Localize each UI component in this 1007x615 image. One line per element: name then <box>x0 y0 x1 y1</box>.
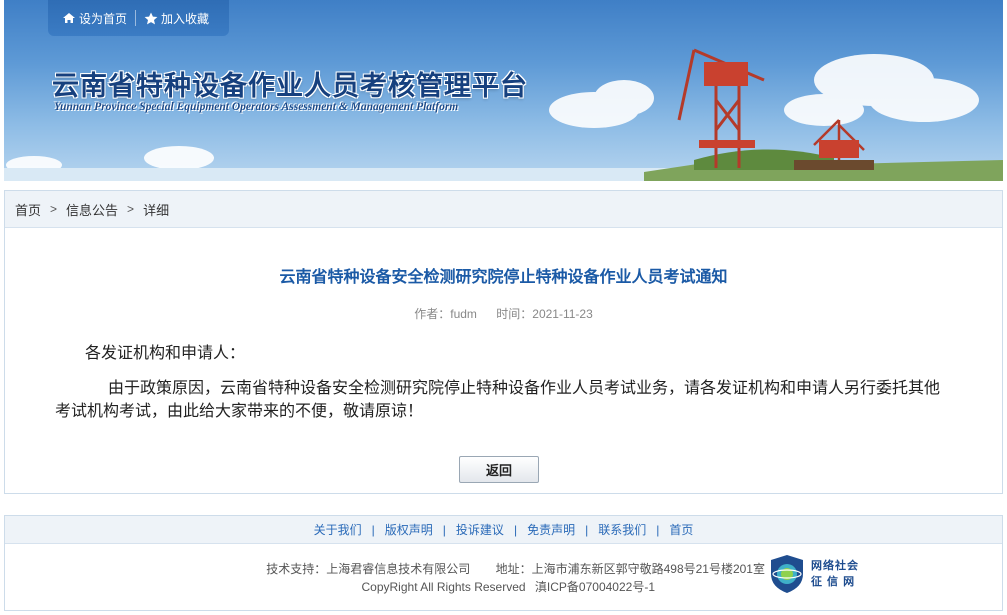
footer-pipe: | <box>656 522 660 537</box>
article-body: 由于政策原因，云南省特种设备安全检测研究院停止特种设备作业人员考试业务，请各发证… <box>55 380 941 420</box>
footer-pipe: | <box>371 522 375 537</box>
footer-pipe: | <box>513 522 518 537</box>
header-banner: 设为首页 加入收藏 云南省特种设备作业人员考核管理平台 Yunnan Provi… <box>4 0 1003 181</box>
article-salutation: 各发证机构和申请人： <box>85 345 246 362</box>
footer-info-row: 技术支持：上海君睿信息技术有限公司 地址：上海市浦东新区郭守敬路498号21号楼… <box>5 560 765 578</box>
footer-info-row: CopyRight All Rights Reserved 滇ICP备07004… <box>5 578 765 596</box>
set-home-link[interactable]: 设为首页 <box>62 10 127 27</box>
article-meta: 作者：fudm 时间：2021-11-23 <box>5 305 1002 322</box>
footer-link-copyright[interactable]: 版权声明 <box>385 521 433 538</box>
add-favorite-label: 加入收藏 <box>161 11 210 26</box>
top-links-bar: 设为首页 加入收藏 <box>48 0 229 36</box>
article-time: 时间：2021-11-23 <box>496 307 593 321</box>
topbar-divider <box>135 10 137 26</box>
back-button[interactable]: 返回 <box>459 456 539 483</box>
footer: 关于我们 | 版权声明 | 投诉建议 | 免责声明 | 联系我们 | 首页 技术… <box>4 515 1003 611</box>
home-icon <box>63 13 75 23</box>
credit-text: 网络社会 征 信 网 <box>811 558 859 590</box>
set-home-label: 设为首页 <box>79 11 128 26</box>
footer-links: 关于我们 | 版权声明 | 投诉建议 | 免责声明 | 联系我们 | 首页 <box>5 516 1002 544</box>
footer-link-contact[interactable]: 联系我们 <box>598 521 646 538</box>
star-icon <box>144 12 158 24</box>
footer-pipe: | <box>442 522 446 537</box>
article-author: 作者：fudm <box>414 307 477 321</box>
copyright-text: CopyRight All Rights Reserved <box>361 580 526 594</box>
site-title: 云南省特种设备作业人员考核管理平台 <box>52 71 528 102</box>
footer-info: 技术支持：上海君睿信息技术有限公司 地址：上海市浦东新区郭守敬路498号21号楼… <box>5 560 765 596</box>
breadcrumb-separator: > <box>50 202 58 216</box>
icp-text: 滇ICP备07004022号-1 <box>534 580 655 594</box>
breadcrumb-current: 详细 <box>143 202 170 218</box>
footer-link-home[interactable]: 首页 <box>669 521 693 538</box>
address-text: 地址：上海市浦东新区郭守敬路498号21号楼201室 <box>495 562 765 576</box>
site-subtitle: Yunnan Province Special Equipment Operat… <box>54 101 459 113</box>
article-panel: 首页 > 信息公告 > 详细 云南省特种设备安全检测研究院停止特种设备作业人员考… <box>4 190 1003 494</box>
credit-line: 征 信 网 <box>811 576 856 588</box>
tech-support-text: 技术支持：上海君睿信息技术有限公司 <box>266 562 471 576</box>
breadcrumb-home[interactable]: 首页 <box>15 200 41 219</box>
credit-shield-icon <box>771 555 803 593</box>
breadcrumb-section[interactable]: 信息公告 <box>66 200 118 219</box>
add-favorite-link[interactable]: 加入收藏 <box>144 10 209 27</box>
credit-badge[interactable]: 网络社会 征 信 网 <box>769 552 883 596</box>
breadcrumb-separator: > <box>127 202 135 216</box>
credit-line: 网络社会 <box>811 560 859 572</box>
article-title: 云南省特种设备安全检测研究院停止特种设备作业人员考试通知 <box>279 269 728 286</box>
footer-link-complaint[interactable]: 投诉建议 <box>456 521 504 538</box>
breadcrumb: 首页 > 信息公告 > 详细 <box>5 191 1002 228</box>
footer-pipe: | <box>585 522 589 537</box>
footer-link-disclaimer[interactable]: 免责声明 <box>527 521 575 538</box>
footer-link-about[interactable]: 关于我们 <box>314 521 362 538</box>
